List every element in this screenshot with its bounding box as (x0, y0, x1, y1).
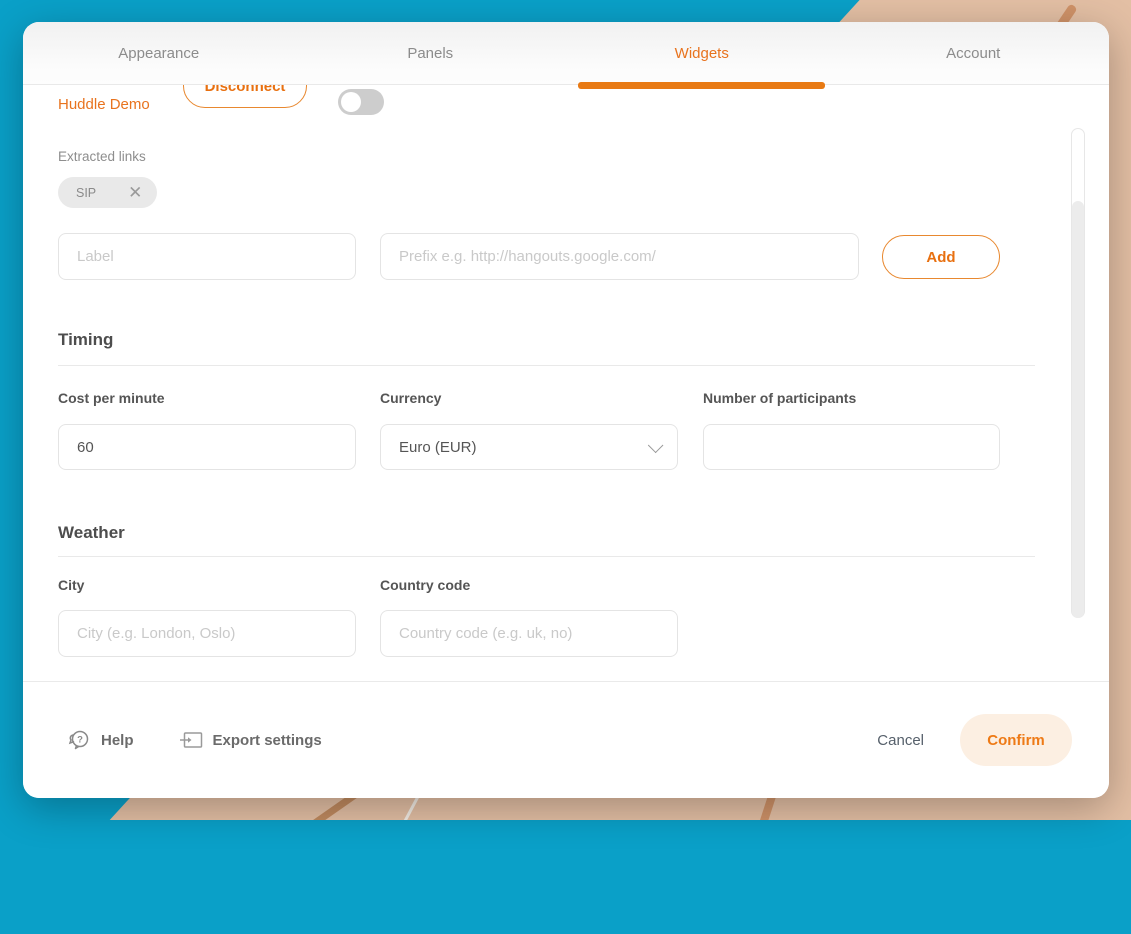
tab-widgets-label: Widgets (675, 45, 729, 62)
currency-select[interactable]: Euro (EUR) (380, 424, 678, 470)
tab-account-label: Account (946, 45, 1000, 62)
country-code-input[interactable] (380, 610, 678, 657)
settings-tabbar: Appearance Panels Widgets Account (23, 22, 1109, 85)
link-prefix-input[interactable] (380, 233, 859, 280)
chevron-down-icon (648, 437, 664, 453)
tab-panels[interactable]: Panels (295, 22, 567, 84)
city-input[interactable] (58, 610, 356, 657)
tab-appearance[interactable]: Appearance (23, 22, 295, 84)
export-settings-label: Export settings (213, 732, 322, 749)
weather-section-title: Weather (58, 523, 125, 543)
active-tab-underline (578, 82, 825, 89)
tab-account[interactable]: Account (838, 22, 1110, 84)
country-code-label: Country code (380, 577, 470, 593)
cost-per-minute-input[interactable] (58, 424, 356, 470)
widgets-settings-content: Huddle Demo Disconnect Extracted links S… (23, 85, 1109, 681)
disconnect-button[interactable]: Disconnect (183, 85, 307, 108)
integration-toggle[interactable] (338, 89, 384, 115)
timing-section-title: Timing (58, 330, 113, 350)
participants-input[interactable] (703, 424, 1000, 470)
export-icon (180, 731, 203, 749)
toggle-knob (341, 92, 361, 112)
chip-label: SIP (76, 186, 96, 200)
participants-label: Number of participants (703, 390, 856, 406)
integration-name: Huddle Demo (58, 95, 150, 115)
weather-divider (58, 556, 1035, 557)
tab-appearance-label: Appearance (118, 45, 199, 62)
chip-remove-icon[interactable]: ✕ (128, 184, 142, 201)
confirm-button[interactable]: Confirm (960, 714, 1072, 766)
settings-modal: Appearance Panels Widgets Account Huddle… (23, 22, 1109, 798)
extracted-links-label: Extracted links (58, 149, 146, 164)
timing-divider (58, 365, 1035, 366)
export-settings-button[interactable]: Export settings (180, 731, 322, 749)
add-link-button[interactable]: Add (882, 235, 1000, 279)
svg-text:?: ? (77, 735, 83, 746)
tab-widgets[interactable]: Widgets (566, 22, 838, 84)
tab-panels-label: Panels (407, 45, 453, 62)
modal-footer: ? Help Export settings Cancel Confirm (23, 681, 1109, 798)
help-chat-icon: ? (67, 729, 91, 751)
currency-label: Currency (380, 390, 441, 406)
help-button[interactable]: ? Help (67, 729, 134, 751)
city-label: City (58, 577, 84, 593)
cancel-button[interactable]: Cancel (877, 732, 924, 749)
help-label: Help (101, 732, 134, 749)
cost-per-minute-label: Cost per minute (58, 390, 165, 406)
scrollbar-track[interactable] (1071, 128, 1085, 618)
currency-selected-value: Euro (EUR) (399, 439, 648, 456)
scrollbar-thumb[interactable] (1072, 201, 1084, 618)
link-label-input[interactable] (58, 233, 356, 280)
link-chip-sip: SIP ✕ (58, 177, 157, 208)
